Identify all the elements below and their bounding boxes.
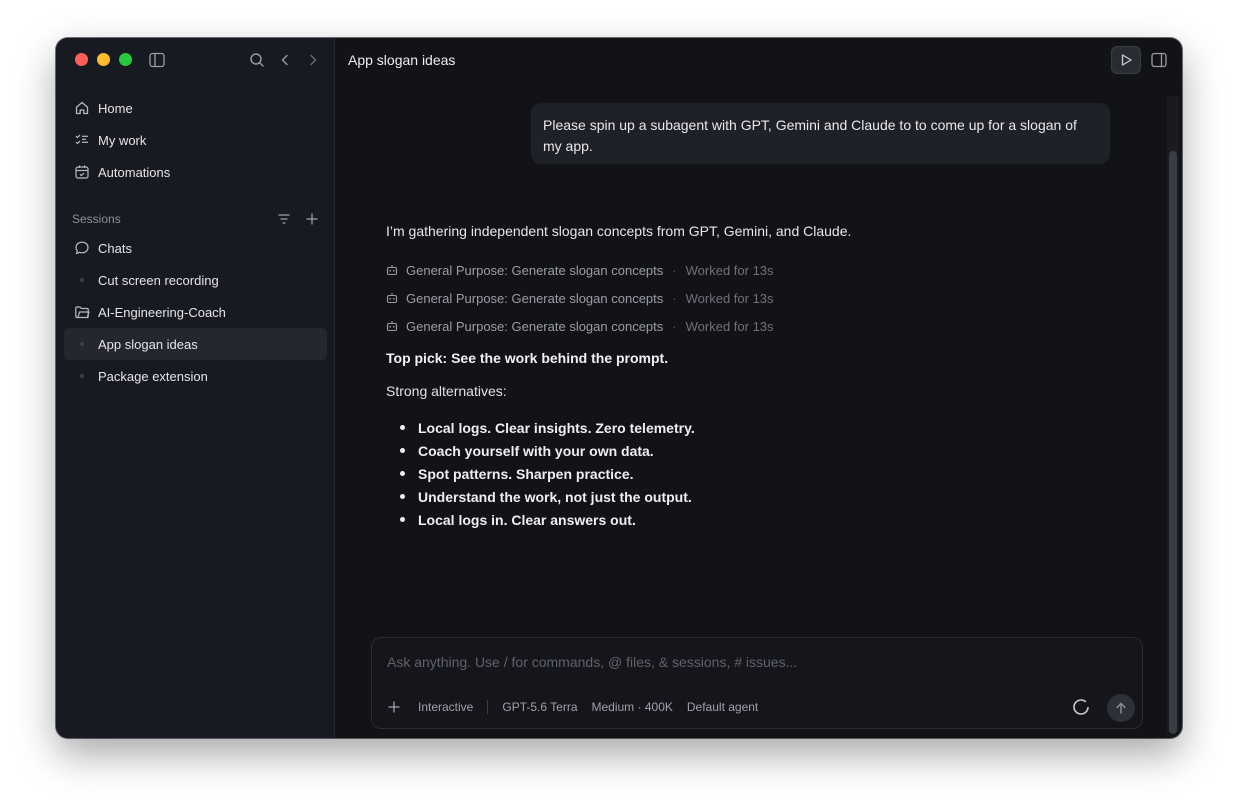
user-message: Please spin up a subagent with GPT, Gemi… (531, 103, 1110, 164)
folder-icon (74, 304, 90, 320)
loading-spinner-icon (1072, 698, 1090, 716)
assistant-intro: I’m gathering independent slogan concept… (386, 223, 852, 239)
window-controls (75, 53, 132, 66)
subagent-list: General Purpose: Generate slogan concept… (386, 256, 1106, 340)
list-item: Local logs. Clear insights. Zero telemet… (400, 416, 1106, 439)
main-panel: App slogan ideas Please spin up a subage… (335, 38, 1182, 738)
forward-chevron-icon[interactable] (304, 51, 322, 69)
sidebar: Home My work Automations Sessions Chats … (56, 38, 335, 738)
alternatives-label: Strong alternatives: (386, 383, 507, 399)
session-label: App slogan ideas (98, 336, 198, 352)
subagent-separator: · (672, 290, 677, 306)
dot-icon (74, 336, 90, 352)
session-item-package-extension[interactable]: Package extension (64, 360, 327, 392)
nav-item-label: Automations (98, 164, 171, 180)
chat-bubble-icon (74, 240, 90, 256)
subagent-row[interactable]: General Purpose: Generate slogan concept… (386, 312, 1106, 340)
checklist-icon (74, 132, 90, 148)
subagent-row[interactable]: General Purpose: Generate slogan concept… (386, 256, 1106, 284)
list-item: Coach yourself with your own data. (400, 439, 1106, 462)
prompt-input[interactable] (387, 651, 1127, 673)
session-item-cut-screen-recording[interactable]: Cut screen recording (64, 264, 327, 296)
subagent-label: General Purpose: Generate slogan concept… (406, 262, 664, 278)
composer-toolbar: Interactive GPT-5.6 Terra Medium · 400K … (387, 696, 772, 718)
top-pick: Top pick: See the work behind the prompt… (386, 350, 669, 366)
nav-item-label: Home (98, 100, 133, 116)
app-window: Home My work Automations Sessions Chats … (56, 38, 1182, 738)
play-icon (1121, 54, 1132, 66)
primary-nav: Home My work Automations (64, 92, 327, 188)
list-item: Spot patterns. Sharpen practice. (400, 462, 1106, 485)
assistant-message: I’m gathering independent slogan concept… (386, 223, 1106, 531)
subagent-label: General Purpose: Generate slogan concept… (406, 290, 664, 306)
send-button[interactable] (1107, 694, 1135, 722)
calendar-icon (74, 164, 90, 180)
maximize-window-button[interactable] (119, 53, 132, 66)
right-panel-toggle-icon[interactable] (1150, 51, 1168, 69)
subagent-status: Worked for 13s (685, 290, 774, 306)
subagent-separator: · (672, 262, 677, 278)
close-window-button[interactable] (75, 53, 88, 66)
back-chevron-icon[interactable] (276, 51, 294, 69)
robot-icon (386, 292, 398, 304)
subagent-status: Worked for 13s (685, 262, 774, 278)
run-button[interactable] (1111, 46, 1141, 74)
arrow-up-icon (1116, 702, 1126, 714)
nav-item-automations[interactable]: Automations (64, 156, 327, 188)
sidebar-toggle-icon[interactable] (148, 51, 166, 69)
agent-selector[interactable]: Default agent (687, 700, 758, 714)
scrollbar-thumb[interactable] (1169, 151, 1177, 734)
model-selector[interactable]: GPT-5.6 Terra (502, 700, 577, 714)
subagent-status: Worked for 13s (685, 318, 774, 334)
dot-icon (74, 368, 90, 384)
subagent-label: General Purpose: Generate slogan concept… (406, 318, 664, 334)
nav-item-label: My work (98, 132, 147, 148)
sessions-label: Sessions (72, 212, 121, 226)
list-item: Local logs in. Clear answers out. (400, 508, 1106, 531)
list-item: Understand the work, not just the output… (400, 485, 1106, 508)
session-label: AI-Engineering-Coach (98, 304, 226, 320)
dot-icon (74, 272, 90, 288)
session-item-chats[interactable]: Chats (64, 232, 327, 264)
nav-item-my-work[interactable]: My work (64, 124, 327, 156)
sidebar-toolbar (248, 51, 322, 69)
robot-icon (386, 320, 398, 332)
toolbar-divider (487, 700, 489, 714)
sessions-list: Chats Cut screen recording AI-Engineerin… (64, 232, 327, 392)
search-icon[interactable] (248, 51, 266, 69)
sessions-header: Sessions (72, 208, 319, 230)
subagent-row[interactable]: General Purpose: Generate slogan concept… (386, 284, 1106, 312)
robot-icon (386, 264, 398, 276)
effort-selector[interactable]: Medium · 400K (592, 700, 673, 714)
subagent-separator: · (672, 318, 677, 334)
filter-icon[interactable] (277, 212, 291, 226)
session-item-ai-engineering-coach[interactable]: AI-Engineering-Coach (64, 296, 327, 328)
session-label: Cut screen recording (98, 272, 219, 288)
session-item-app-slogan-ideas[interactable]: App slogan ideas (64, 328, 327, 360)
mode-selector[interactable]: Interactive (418, 700, 473, 714)
home-icon (74, 100, 90, 116)
nav-item-home[interactable]: Home (64, 92, 327, 124)
add-attachment-icon[interactable] (387, 700, 401, 714)
session-label: Chats (98, 240, 132, 256)
alternatives-list: Local logs. Clear insights. Zero telemet… (386, 416, 1106, 531)
session-label: Package extension (98, 368, 208, 384)
minimize-window-button[interactable] (97, 53, 110, 66)
add-session-icon[interactable] (305, 212, 319, 226)
composer: Interactive GPT-5.6 Terra Medium · 400K … (371, 637, 1143, 729)
page-title: App slogan ideas (348, 52, 456, 68)
